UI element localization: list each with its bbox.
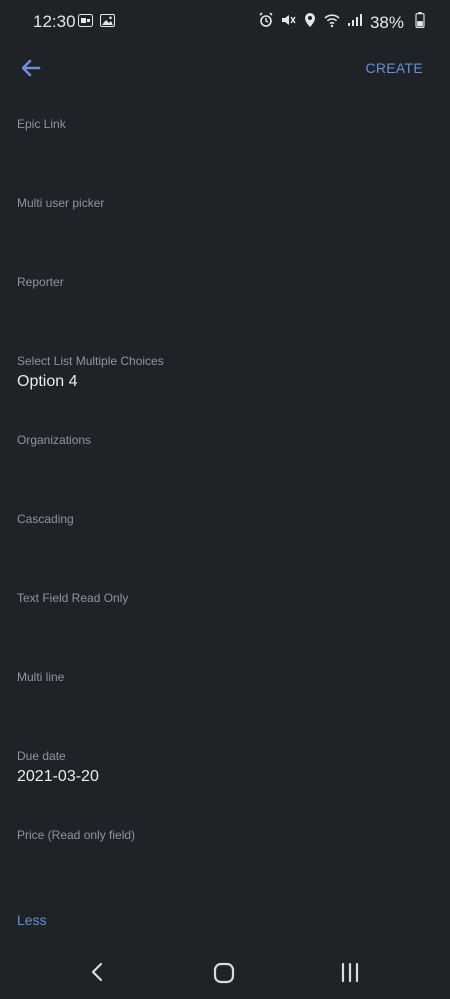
field-value: Option 4 xyxy=(17,373,78,390)
nav-recent-apps-icon[interactable] xyxy=(338,960,362,984)
battery-icon xyxy=(410,12,428,33)
mute-icon xyxy=(280,12,296,33)
gallery-icon xyxy=(100,14,115,32)
wifi-icon xyxy=(324,12,340,33)
app-bar: CREATE xyxy=(0,44,450,94)
field-due-date[interactable]: Due date 2021-03-20 xyxy=(17,749,433,819)
field-text-field-read-only[interactable]: Text Field Read Only xyxy=(17,591,433,661)
create-button[interactable]: CREATE xyxy=(365,60,423,76)
field-cascading[interactable]: Cascading xyxy=(17,512,433,582)
field-label: Text Field Read Only xyxy=(17,591,129,605)
back-arrow-icon[interactable] xyxy=(17,54,45,82)
field-label: Cascading xyxy=(17,512,74,526)
field-label: Epic Link xyxy=(17,117,66,131)
less-link[interactable]: Less xyxy=(17,912,47,928)
field-price[interactable]: Price (Read only field) xyxy=(17,828,433,898)
field-label: Organizations xyxy=(17,433,92,447)
notification-icon xyxy=(78,14,93,32)
field-select-list-multiple-choices[interactable]: Select List Multiple Choices Option 4 xyxy=(17,354,433,424)
field-label: Multi line xyxy=(17,670,65,684)
nav-back-icon[interactable] xyxy=(86,960,110,984)
field-value: 2021-03-20 xyxy=(17,768,99,785)
field-reporter[interactable]: Reporter xyxy=(17,275,433,345)
signal-icon xyxy=(346,12,362,33)
field-multi-user-picker[interactable]: Multi user picker xyxy=(17,196,433,266)
field-label: Due date xyxy=(17,749,66,763)
alarm-icon xyxy=(258,12,274,33)
field-label: Reporter xyxy=(17,275,64,289)
field-label: Price (Read only field) xyxy=(17,828,136,842)
nav-home-icon[interactable] xyxy=(211,960,237,986)
field-label: Multi user picker xyxy=(17,196,105,210)
battery-percentage: 38% xyxy=(369,12,404,32)
system-nav-bar xyxy=(0,948,450,999)
status-bar: 12:30 38% xyxy=(0,0,450,44)
location-icon xyxy=(302,12,318,33)
field-organizations[interactable]: Organizations xyxy=(17,433,433,503)
field-multi-line[interactable]: Multi line xyxy=(17,670,433,740)
field-label: Select List Multiple Choices xyxy=(17,354,164,368)
field-epic-link[interactable]: Epic Link xyxy=(17,117,433,187)
status-time: 12:30 xyxy=(33,12,76,31)
